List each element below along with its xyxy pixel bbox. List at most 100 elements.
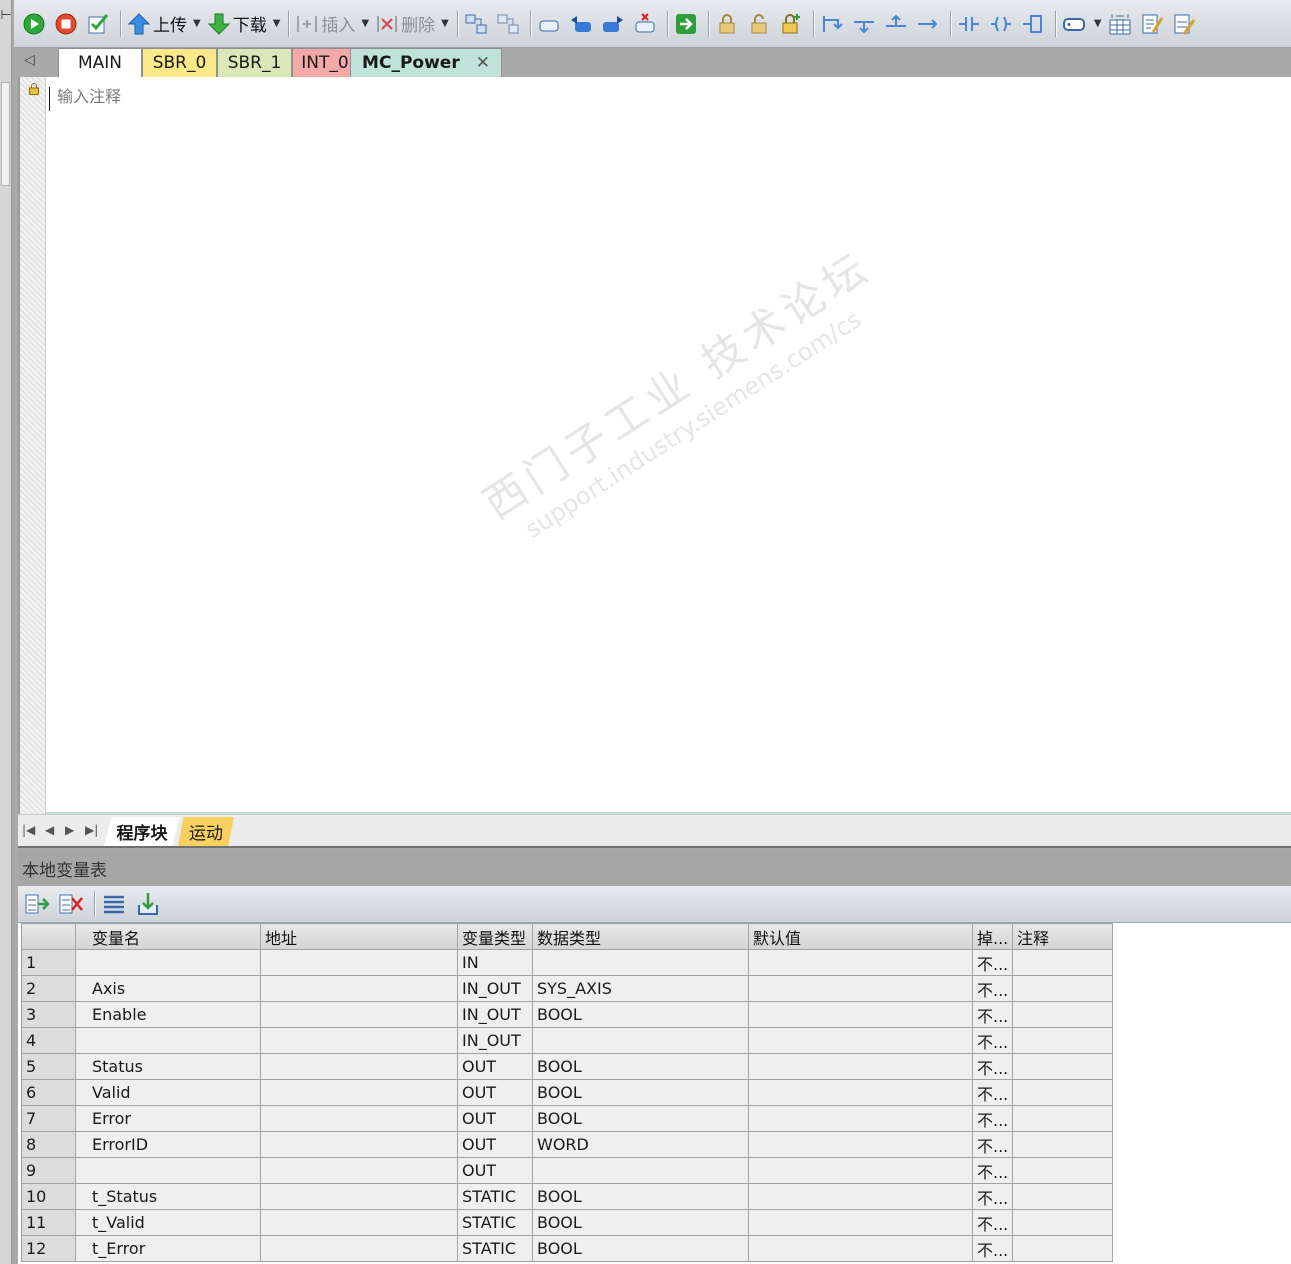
- retain-cell[interactable]: 不...: [972, 1053, 1013, 1080]
- data-type-cell[interactable]: [532, 1027, 749, 1054]
- prev-tab-icon[interactable]: ◀: [45, 823, 54, 837]
- insert-dropdown-icon[interactable]: ▼: [361, 18, 369, 29]
- default-value-cell[interactable]: [748, 1235, 973, 1262]
- data-type-cell[interactable]: BOOL: [532, 1053, 749, 1080]
- comment-cell[interactable]: [1012, 1053, 1113, 1080]
- next-bookmark-button[interactable]: [601, 9, 627, 39]
- data-type-cell[interactable]: BOOL: [532, 1209, 749, 1236]
- lock-button[interactable]: [715, 9, 741, 39]
- table-row[interactable]: 8 ErrorID OUT WORD 不...: [21, 1131, 1113, 1158]
- edit-network-button[interactable]: [1172, 9, 1198, 39]
- default-value-cell[interactable]: [748, 1157, 973, 1184]
- column-header-default[interactable]: 默认值: [748, 923, 973, 950]
- retain-cell[interactable]: 不...: [972, 1105, 1013, 1132]
- stop-button[interactable]: [54, 9, 80, 39]
- row-number[interactable]: 8: [21, 1131, 76, 1158]
- insert-coil-button[interactable]: [989, 9, 1015, 39]
- table-row[interactable]: 12 t_Error STATIC BOOL 不...: [21, 1235, 1113, 1262]
- column-header-retain[interactable]: 掉...: [972, 923, 1013, 950]
- table-row[interactable]: 10 t_Status STATIC BOOL 不...: [21, 1183, 1113, 1210]
- remove-bookmarks-button[interactable]: [633, 9, 659, 39]
- var-type-cell[interactable]: OUT: [457, 1105, 533, 1132]
- column-header-name[interactable]: 变量名: [75, 923, 261, 950]
- unlock-button[interactable]: [747, 9, 773, 39]
- variable-name-cell[interactable]: Axis: [75, 975, 261, 1002]
- retain-cell[interactable]: 不...: [972, 1209, 1013, 1236]
- address-cell[interactable]: [260, 1053, 458, 1080]
- column-header-data-type[interactable]: 数据类型: [532, 923, 749, 950]
- program-editor-area[interactable]: 输入注释: [18, 77, 1291, 814]
- var-type-cell[interactable]: STATIC: [457, 1209, 533, 1236]
- pin-icon[interactable]: ⊢: [0, 8, 12, 26]
- comment-cell[interactable]: [1012, 949, 1113, 976]
- variable-name-cell[interactable]: t_Error: [75, 1235, 261, 1262]
- tab-main[interactable]: MAIN: [58, 48, 142, 77]
- table-row[interactable]: 11 t_Valid STATIC BOOL 不...: [21, 1209, 1113, 1236]
- tab-sbr-0[interactable]: SBR_0: [142, 48, 217, 77]
- tab-close-icon[interactable]: ✕: [476, 53, 490, 73]
- line-right-button[interactable]: [916, 9, 942, 39]
- address-cell[interactable]: [260, 1209, 458, 1236]
- left-scrollbar-thumb[interactable]: [1, 82, 10, 186]
- variable-name-cell[interactable]: ErrorID: [75, 1131, 261, 1158]
- data-type-cell[interactable]: WORD: [532, 1131, 749, 1158]
- var-type-cell[interactable]: STATIC: [457, 1235, 533, 1262]
- row-number[interactable]: 10: [21, 1183, 76, 1210]
- table-row[interactable]: 3 Enable IN_OUT BOOL 不...: [21, 1001, 1113, 1028]
- export-icon[interactable]: [135, 891, 161, 917]
- network-alt-button[interactable]: [496, 9, 522, 39]
- variable-name-cell[interactable]: t_Status: [75, 1183, 261, 1210]
- retain-cell[interactable]: 不...: [972, 949, 1013, 976]
- download-button[interactable]: 下载 ▼: [207, 9, 281, 39]
- table-row[interactable]: 4 IN_OUT 不...: [21, 1027, 1113, 1054]
- column-header-address[interactable]: 地址: [260, 923, 458, 950]
- comment-cell[interactable]: [1012, 1235, 1113, 1262]
- delete-button[interactable]: 删除 ▼: [375, 9, 449, 39]
- default-value-cell[interactable]: [748, 1001, 973, 1028]
- delete-dropdown-icon[interactable]: ▼: [441, 18, 449, 29]
- var-type-cell[interactable]: OUT: [457, 1157, 533, 1184]
- tab-scroll-left-icon[interactable]: ◁: [24, 52, 35, 68]
- default-value-cell[interactable]: [748, 1209, 973, 1236]
- data-type-cell[interactable]: BOOL: [532, 1235, 749, 1262]
- symbol-table-button[interactable]: [1108, 9, 1134, 39]
- download-dropdown-icon[interactable]: ▼: [273, 18, 281, 29]
- default-value-cell[interactable]: [748, 1105, 973, 1132]
- insert-button[interactable]: 插入 ▼: [295, 9, 369, 39]
- address-cell[interactable]: [260, 1001, 458, 1028]
- comment-cell[interactable]: [1012, 975, 1113, 1002]
- row-number[interactable]: 5: [21, 1053, 76, 1080]
- list-view-icon[interactable]: [101, 891, 127, 917]
- upload-button[interactable]: 上传 ▼: [127, 9, 201, 39]
- table-row[interactable]: 2 Axis IN_OUT SYS_AXIS 不...: [21, 975, 1113, 1002]
- retain-cell[interactable]: 不...: [972, 975, 1013, 1002]
- variable-name-cell[interactable]: Enable: [75, 1001, 261, 1028]
- row-number[interactable]: 9: [21, 1157, 76, 1184]
- default-value-cell[interactable]: [748, 949, 973, 976]
- column-header-comment[interactable]: 注释: [1012, 923, 1113, 950]
- prev-bookmark-button[interactable]: [569, 9, 595, 39]
- comment-cell[interactable]: [1012, 1079, 1113, 1106]
- insert-row-icon[interactable]: [24, 891, 50, 917]
- address-cell[interactable]: [260, 1183, 458, 1210]
- insert-contact-button[interactable]: [957, 9, 983, 39]
- retain-cell[interactable]: 不...: [972, 1183, 1013, 1210]
- comment-cell[interactable]: [1012, 1105, 1113, 1132]
- row-number[interactable]: 12: [21, 1235, 76, 1262]
- data-type-cell[interactable]: [532, 949, 749, 976]
- address-cell[interactable]: [260, 1235, 458, 1262]
- comment-cell[interactable]: [1012, 1131, 1113, 1158]
- comment-cell[interactable]: [1012, 1157, 1113, 1184]
- var-type-cell[interactable]: IN: [457, 949, 533, 976]
- column-header-row-number[interactable]: [21, 923, 76, 950]
- default-value-cell[interactable]: [748, 1131, 973, 1158]
- default-value-cell[interactable]: [748, 1079, 973, 1106]
- row-number[interactable]: 7: [21, 1105, 76, 1132]
- upload-dropdown-icon[interactable]: ▼: [193, 18, 201, 29]
- data-type-cell[interactable]: BOOL: [532, 1183, 749, 1210]
- address-cell[interactable]: [260, 1105, 458, 1132]
- bookmark-button[interactable]: [537, 9, 563, 39]
- block-comment-input[interactable]: 输入注释: [57, 83, 121, 107]
- run-button[interactable]: [22, 9, 48, 39]
- retain-cell[interactable]: 不...: [972, 1027, 1013, 1054]
